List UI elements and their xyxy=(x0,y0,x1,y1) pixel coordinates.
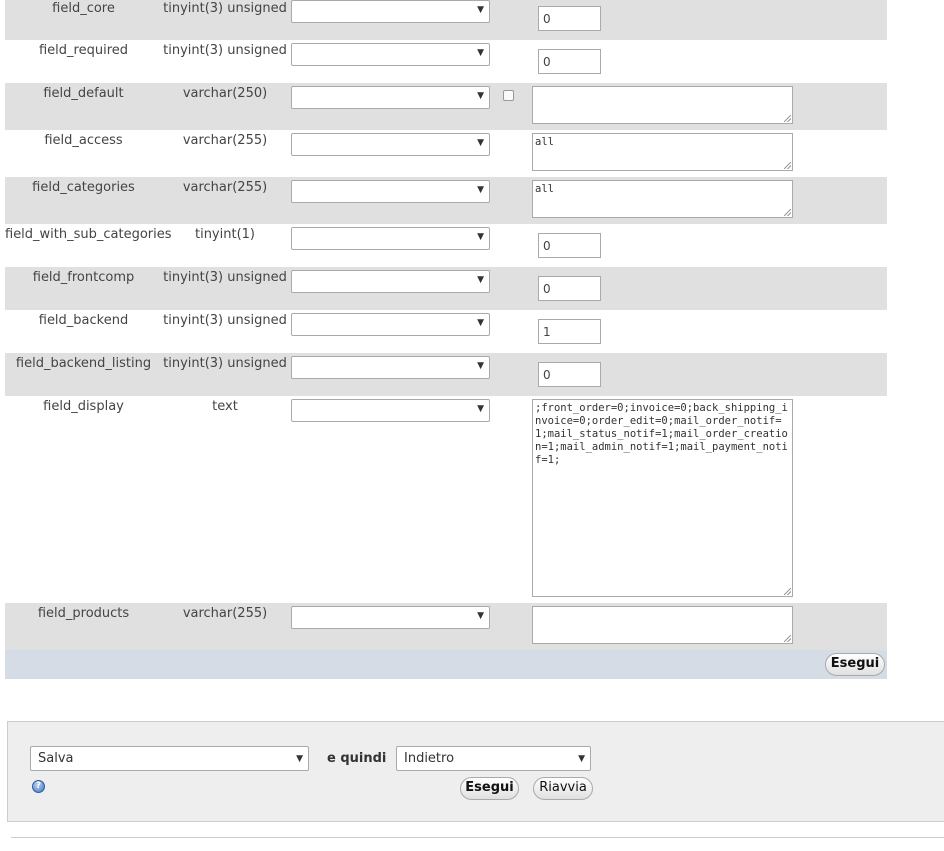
go-button[interactable]: Esegui xyxy=(460,777,519,800)
resize-grip-icon[interactable] xyxy=(784,209,791,216)
value-input[interactable]: 0 xyxy=(538,362,601,387)
table-row: field_required tinyint(3) unsigned ▼ 0 xyxy=(5,40,887,83)
function-select[interactable]: ▼ xyxy=(291,606,490,629)
table-row: field_with_sub_categories tinyint(1) ▼ 0 xyxy=(5,224,887,267)
chevron-down-icon: ▼ xyxy=(477,48,484,58)
chevron-down-icon: ▼ xyxy=(477,185,484,195)
value-input[interactable]: 0 xyxy=(538,276,601,301)
table-row: field_frontcomp tinyint(3) unsigned ▼ 0 xyxy=(5,267,887,310)
value-input[interactable]: 0 xyxy=(538,6,601,31)
function-select[interactable]: ▼ xyxy=(291,43,490,66)
field-type: varchar(250) xyxy=(182,86,268,101)
field-type: varchar(255) xyxy=(182,133,268,148)
action-select[interactable]: Salva ▼ xyxy=(30,746,309,771)
field-name: field_products xyxy=(37,606,130,621)
value-text: ;front_order=0;invoice=0;back_shipping_i… xyxy=(535,402,788,466)
row-go-button[interactable]: Esegui xyxy=(825,653,885,676)
table-row: field_core tinyint(3) unsigned ▼ 0 xyxy=(5,0,887,40)
function-select[interactable]: ▼ xyxy=(291,0,490,23)
field-name: field_categories xyxy=(32,180,135,195)
field-name: field_with_sub_categories xyxy=(5,227,172,242)
function-select[interactable]: ▼ xyxy=(291,180,490,203)
chevron-down-icon: ▼ xyxy=(477,404,484,414)
chevron-down-icon: ▼ xyxy=(477,91,484,101)
value-textarea[interactable] xyxy=(532,606,793,644)
field-type: text xyxy=(212,399,238,414)
chevron-down-icon: ▼ xyxy=(477,5,484,15)
table-row: field_access varchar(255) ▼ all xyxy=(5,130,887,177)
field-name: field_access xyxy=(44,133,123,148)
resize-grip-icon[interactable] xyxy=(784,162,791,169)
value-input[interactable]: 0 xyxy=(538,49,601,74)
chevron-down-icon: ▼ xyxy=(296,754,303,764)
chevron-down-icon: ▼ xyxy=(477,611,484,621)
field-type: varchar(255) xyxy=(182,606,268,621)
field-name: field_required xyxy=(38,43,129,58)
function-select[interactable]: ▼ xyxy=(291,399,490,422)
field-type: tinyint(3) unsigned xyxy=(163,270,287,285)
chevron-down-icon: ▼ xyxy=(477,361,484,371)
chevron-down-icon: ▼ xyxy=(477,232,484,242)
field-name: field_default xyxy=(43,86,124,101)
value-textarea[interactable]: all xyxy=(532,133,793,171)
function-select[interactable]: ▼ xyxy=(291,227,490,250)
field-name: field_backend_listing xyxy=(15,356,152,371)
reset-button[interactable]: Riavvia xyxy=(533,777,593,800)
resize-grip-icon[interactable] xyxy=(784,635,791,642)
function-select[interactable]: ▼ xyxy=(291,86,490,109)
resize-grip-icon[interactable] xyxy=(784,115,791,122)
chevron-down-icon: ▼ xyxy=(477,275,484,285)
value-input[interactable]: 1 xyxy=(538,319,601,344)
table-row: field_default varchar(250) ▼ xyxy=(5,83,887,130)
value-input[interactable]: 0 xyxy=(538,233,601,258)
help-icon[interactable]: ? xyxy=(32,780,45,793)
chevron-down-icon: ▼ xyxy=(477,318,484,328)
bottom-action-panel: Salva ▼ e quindi Indietro ▼ ? Esegui Ria… xyxy=(7,721,944,822)
field-type: varchar(255) xyxy=(182,180,268,195)
then-label: e quindi xyxy=(327,751,387,766)
field-type: tinyint(3) unsigned xyxy=(163,356,287,371)
form-submit-row: Esegui xyxy=(5,650,887,679)
field-name: field_frontcomp xyxy=(32,270,135,285)
divider xyxy=(11,837,944,838)
value-textarea[interactable]: ;front_order=0;invoice=0;back_shipping_i… xyxy=(532,399,793,597)
resize-grip-icon[interactable] xyxy=(784,588,791,595)
chevron-down-icon: ▼ xyxy=(477,138,484,148)
field-name: field_backend xyxy=(38,313,129,328)
function-select[interactable]: ▼ xyxy=(291,313,490,336)
table-row: field_backend tinyint(3) unsigned ▼ 1 xyxy=(5,310,887,353)
table-row: field_products varchar(255) ▼ xyxy=(5,603,887,650)
chevron-down-icon: ▼ xyxy=(578,754,585,764)
action-select-value: Salva xyxy=(38,751,74,766)
field-type: tinyint(3) unsigned xyxy=(163,313,287,328)
value-textarea[interactable] xyxy=(532,86,793,124)
null-checkbox[interactable] xyxy=(503,90,514,101)
function-select[interactable]: ▼ xyxy=(291,270,490,293)
value-text: all xyxy=(535,183,554,195)
table-row: field_backend_listing tinyint(3) unsigned… xyxy=(5,353,887,396)
function-select[interactable]: ▼ xyxy=(291,356,490,379)
after-action-select[interactable]: Indietro ▼ xyxy=(396,746,591,771)
field-name: field_core xyxy=(52,1,115,16)
field-name: field_display xyxy=(43,399,124,414)
value-textarea[interactable]: all xyxy=(532,180,793,218)
table-row: field_categories varchar(255) ▼ all xyxy=(5,177,887,224)
field-type: tinyint(3) unsigned xyxy=(163,43,287,58)
after-action-select-value: Indietro xyxy=(404,751,455,766)
table-row: field_display text ▼ ;front_order=0;invoice… xyxy=(5,396,887,603)
field-type: tinyint(3) unsigned xyxy=(163,1,287,16)
function-select[interactable]: ▼ xyxy=(291,133,490,156)
field-type: tinyint(1) xyxy=(194,227,255,242)
value-text: all xyxy=(535,136,554,148)
